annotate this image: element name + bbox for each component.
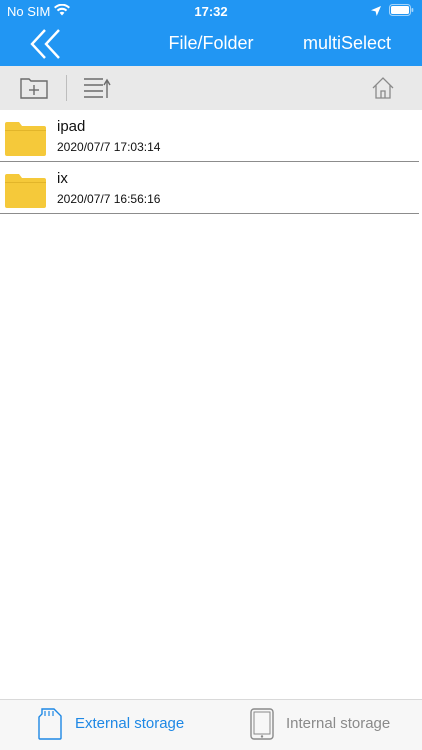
tab-label: Internal storage	[286, 715, 391, 732]
home-button[interactable]	[371, 76, 395, 100]
home-icon	[372, 77, 394, 99]
battery-icon	[389, 4, 414, 19]
file-browser-screen: No SIM 17:32 File/Folder multiSelect ipa…	[0, 0, 422, 750]
new-folder-button[interactable]	[20, 76, 48, 100]
sort-button[interactable]	[83, 76, 111, 100]
status-right	[371, 4, 414, 19]
file-list: ipad 2020/07/7 17:03:14 ix 2020/07/7 16:…	[0, 110, 422, 214]
file-date: 2020/07/7 17:03:14	[57, 140, 161, 154]
navigation-bar: File/Folder multiSelect	[0, 22, 422, 66]
file-name: ix	[57, 170, 68, 187]
tab-external-storage[interactable]: External storage	[38, 700, 198, 750]
folder-icon	[5, 174, 46, 208]
tab-internal-storage[interactable]: Internal storage	[250, 700, 410, 750]
status-bar: No SIM 17:32	[0, 0, 422, 22]
file-date: 2020/07/7 16:56:16	[57, 192, 161, 206]
location-arrow-icon	[371, 4, 381, 19]
toolbar	[0, 66, 422, 110]
status-time: 17:32	[194, 4, 228, 19]
storage-tab-bar: External storage Internal storage	[0, 699, 422, 750]
tablet-icon	[250, 708, 274, 740]
tab-label: External storage	[75, 715, 185, 732]
folder-icon	[5, 122, 46, 156]
sort-list-icon	[84, 78, 111, 98]
list-item[interactable]: ix 2020/07/7 16:56:16	[0, 162, 419, 214]
toolbar-divider	[66, 75, 67, 101]
add-folder-icon	[20, 78, 48, 99]
list-item[interactable]: ipad 2020/07/7 17:03:14	[0, 110, 419, 162]
multiselect-button[interactable]: multiSelect	[303, 33, 391, 54]
sd-card-icon	[38, 708, 62, 740]
file-name: ipad	[57, 118, 86, 135]
